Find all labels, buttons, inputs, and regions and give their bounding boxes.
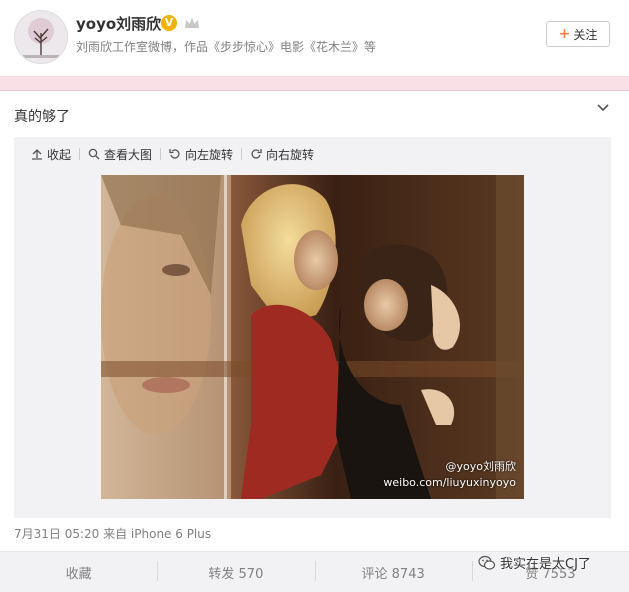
comment-button[interactable]: 评论 8743 bbox=[314, 560, 472, 582]
post-image[interactable]: @yoyo刘雨欣 weibo.com/liuyuxinyoyo bbox=[101, 175, 524, 499]
plus-icon: + bbox=[558, 26, 571, 42]
repost-button[interactable]: 转发 570 bbox=[157, 560, 314, 582]
follow-button[interactable]: + 关注 bbox=[546, 21, 610, 47]
view-large-button[interactable]: 查看大图 bbox=[88, 146, 152, 163]
follow-label: 关注 bbox=[573, 27, 598, 42]
avatar[interactable] bbox=[14, 10, 68, 64]
toolbar-separator bbox=[79, 148, 81, 160]
post-text: 真的够了 bbox=[14, 109, 70, 125]
wechat-watermark: 我实在是太CJ了 bbox=[478, 553, 591, 572]
favorite-button[interactable]: 收藏 bbox=[0, 563, 157, 582]
view-large-label: 查看大图 bbox=[104, 147, 153, 162]
post-meta: 7月31日 05:20 来自 iPhone 6 Plus bbox=[14, 527, 212, 541]
chevron-down-icon[interactable] bbox=[596, 101, 610, 115]
image-toolbar: 收起 查看大图 向左旋转 向右旋转 bbox=[14, 137, 611, 171]
rotate-right-label: 向右旋转 bbox=[266, 147, 315, 162]
rotate-left-icon bbox=[169, 149, 180, 159]
collapse-label: 收起 bbox=[47, 147, 72, 162]
tree-avatar-icon bbox=[15, 11, 67, 63]
rotate-right-icon bbox=[251, 149, 262, 159]
rotate-left-label: 向左旋转 bbox=[185, 147, 234, 162]
media-panel: 收起 查看大图 向左旋转 向右旋转 @yoyo刘雨欣 weibo.com/liu… bbox=[14, 137, 611, 518]
verified-badge-icon: V bbox=[161, 15, 177, 31]
wechat-icon bbox=[478, 555, 496, 570]
image-watermark: @yoyo刘雨欣 weibo.com/liuyuxinyoyo bbox=[383, 459, 516, 491]
wechat-watermark-text: 我实在是太CJ了 bbox=[500, 557, 591, 572]
toolbar-separator bbox=[160, 148, 162, 160]
collapse-button[interactable]: 收起 bbox=[31, 146, 71, 163]
watermark-handle: @yoyo刘雨欣 bbox=[445, 460, 516, 473]
movie-still-illustration bbox=[101, 175, 524, 499]
search-icon bbox=[88, 148, 100, 160]
rotate-left-button[interactable]: 向左旋转 bbox=[169, 146, 233, 163]
toolbar-separator bbox=[241, 148, 243, 160]
rotate-right-button[interactable]: 向右旋转 bbox=[250, 146, 314, 163]
username[interactable]: yoyo刘雨欣 bbox=[76, 13, 161, 34]
crown-icon bbox=[185, 18, 199, 28]
watermark-url: weibo.com/liuyuxinyoyo bbox=[383, 476, 516, 489]
divider-bar bbox=[0, 76, 629, 91]
profile-description: 刘雨欣工作室微博，作品《步步惊心》电影《花木兰》等 bbox=[76, 40, 377, 54]
profile-header: yoyo刘雨欣 V 刘雨欣工作室微博，作品《步步惊心》电影《花木兰》等 + 关注 bbox=[0, 0, 629, 76]
arrow-up-icon bbox=[32, 149, 42, 160]
